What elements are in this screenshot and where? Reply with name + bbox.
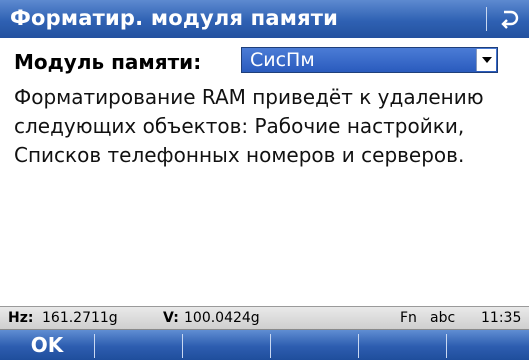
ok-button[interactable]: OK	[0, 330, 94, 360]
memory-module-label: Модуль памяти:	[14, 50, 202, 74]
dropdown-button[interactable]	[476, 49, 496, 71]
chevron-down-icon	[482, 57, 492, 63]
v-label: V:	[163, 310, 179, 326]
title-divider	[486, 7, 487, 31]
message-line: следующих объектов: Рабочие настройки,	[14, 114, 465, 138]
clock: 11:35	[481, 310, 522, 326]
softkey-f4[interactable]	[271, 330, 358, 360]
input-mode-indicator: abc	[430, 310, 456, 326]
softkey-bar: OK	[0, 330, 529, 360]
fn-indicator: Fn	[400, 310, 417, 326]
memory-module-dropdown[interactable]: СисПм	[241, 47, 498, 73]
message-line: Форматирование RAM приведёт к удалению	[14, 85, 484, 109]
message-line: Списков телефонных номеров и серверов.	[14, 143, 465, 167]
hz-label: Hz:	[8, 310, 34, 326]
softkey-f2[interactable]	[95, 330, 182, 360]
softkey-f6[interactable]	[447, 330, 529, 360]
status-bar: Hz: 161.2711g V: 100.0424g Fn abc 11:35	[0, 306, 529, 330]
softkey-f5[interactable]	[359, 330, 446, 360]
softkey-f3[interactable]	[183, 330, 270, 360]
hz-value: 161.2711g	[42, 310, 118, 326]
return-arrow-icon[interactable]	[495, 6, 521, 32]
format-warning-message: Форматирование RAM приведёт к удалению с…	[14, 83, 514, 170]
window-title: Форматир. модуля памяти	[10, 6, 339, 30]
title-bar: Форматир. модуля памяти	[0, 0, 529, 38]
dropdown-selected-value: СисПм	[250, 49, 315, 71]
v-value: 100.0424g	[184, 310, 260, 326]
